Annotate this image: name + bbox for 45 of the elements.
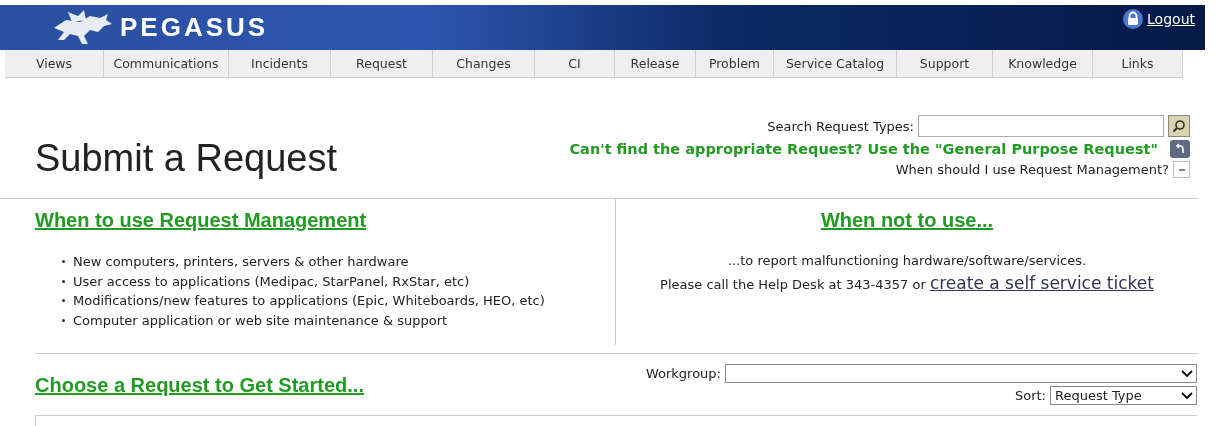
section-heading[interactable]: When to use Request Management bbox=[35, 209, 367, 232]
search-icon bbox=[1172, 119, 1186, 133]
sort-label: Sort: bbox=[1014, 388, 1046, 403]
self-service-link[interactable]: create a self service ticket bbox=[929, 273, 1154, 293]
bullet-icon bbox=[62, 279, 65, 283]
return-arrow-icon bbox=[1174, 143, 1186, 155]
logout-link[interactable]: Logout bbox=[1147, 11, 1195, 27]
section-heading[interactable]: Choose a Request to Get Started... bbox=[35, 374, 364, 397]
sort-dropdown[interactable]: Request Type bbox=[1050, 386, 1197, 405]
list-item: Modifications/new features to applications (Epic, Whiteboards, HEO, etc) bbox=[73, 292, 545, 310]
nav-tab[interactable]: Request bbox=[331, 50, 433, 78]
nav-tab[interactable]: Changes bbox=[433, 50, 535, 78]
nav-tab[interactable]: Knowledge bbox=[993, 50, 1093, 78]
bullet-icon bbox=[62, 260, 65, 264]
nav-tab[interactable]: Links bbox=[1093, 50, 1183, 78]
info-text: Please call the Help Desk at 343-4357 or bbox=[660, 277, 926, 292]
page-title: Submit a Request bbox=[35, 137, 338, 181]
list-item: User access to applications (Medipac, StarPanel, RxStar, etc) bbox=[73, 272, 470, 291]
section-heading[interactable]: When not to use... bbox=[820, 209, 994, 232]
list-item: New computers, printers, servers & other hardware bbox=[73, 253, 409, 271]
nav-tab[interactable]: Release bbox=[615, 50, 696, 78]
bullet-icon bbox=[62, 318, 65, 322]
list-item: Computer application or web site maintenance & support bbox=[73, 311, 448, 330]
nav-tab[interactable]: Service Catalog bbox=[774, 50, 897, 78]
nav-tab[interactable]: Incidents bbox=[229, 50, 331, 78]
search-button[interactable] bbox=[1168, 115, 1190, 137]
help-question: When should I use Request Management? bbox=[895, 162, 1169, 177]
brand-name: PEGASUS bbox=[120, 12, 269, 43]
nav-tab[interactable]: Problem bbox=[696, 50, 774, 78]
collapse-toggle[interactable] bbox=[1173, 161, 1190, 178]
search-label: Search Request Types: bbox=[767, 118, 914, 134]
nav-tab[interactable]: Views bbox=[5, 50, 104, 78]
chevron-down-icon bbox=[1180, 390, 1194, 401]
nav-tab[interactable]: Support bbox=[897, 50, 993, 78]
info-text: ...to report malfunctioning hardware/software/services. bbox=[727, 253, 1087, 268]
lock-icon bbox=[1123, 9, 1144, 29]
back-arrow-button[interactable] bbox=[1170, 140, 1190, 158]
chevron-down-icon bbox=[1180, 368, 1194, 379]
workgroup-label: Workgroup: bbox=[645, 366, 721, 381]
general-purpose-link[interactable]: Can't find the appropriate Request? Use the "General Purpose Request" bbox=[569, 141, 1158, 157]
workgroup-dropdown[interactable] bbox=[725, 364, 1197, 383]
bullet-icon bbox=[62, 299, 65, 303]
nav-tab[interactable]: CI bbox=[535, 50, 615, 78]
nav-tab[interactable]: Communications bbox=[104, 50, 229, 78]
search-field[interactable] bbox=[918, 115, 1164, 137]
